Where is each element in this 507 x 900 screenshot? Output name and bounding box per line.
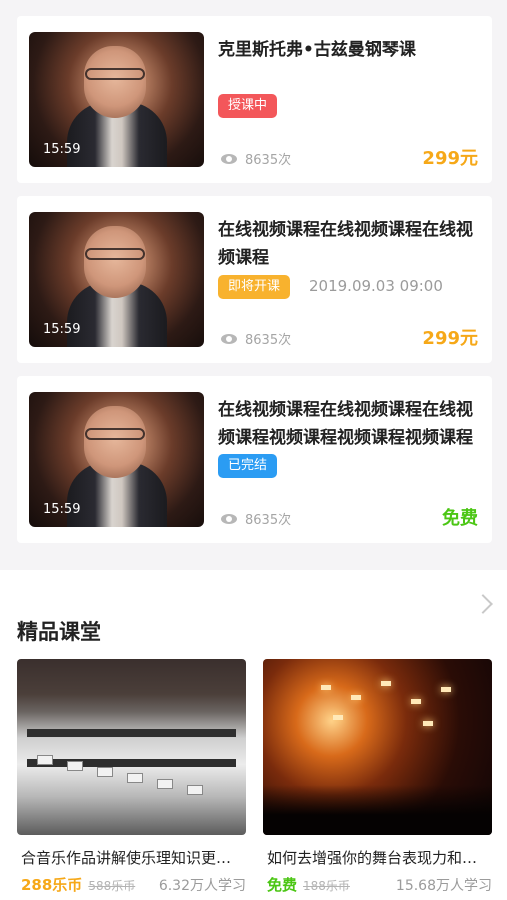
video-duration: 15:59 xyxy=(43,502,81,517)
status-badge: 即将开课 xyxy=(218,275,291,299)
course-card[interactable]: 15:59 克里斯托弗•古兹曼钢琴课 授课中 8635次 299元 xyxy=(17,16,492,183)
eye-icon xyxy=(221,513,237,524)
original-price: 588乐币 xyxy=(88,879,136,893)
thumbnail-glasses xyxy=(85,428,145,440)
mixer-fader xyxy=(37,755,53,765)
stage-image[interactable] xyxy=(263,659,492,835)
course-price: 299元 xyxy=(422,148,478,169)
stage-light xyxy=(321,685,331,690)
stage-light xyxy=(441,687,451,692)
course-title[interactable]: 在线视频课程在线视频课程在线视频课程视频课程视频课程视频课程 xyxy=(218,396,480,452)
course-price: 299元 xyxy=(422,328,478,349)
featured-price: 288乐币 xyxy=(21,876,83,894)
featured-course-meta: 288乐币 588乐币 6.32万人学习 xyxy=(17,874,246,895)
eye-icon xyxy=(221,333,237,344)
mixer-image[interactable] xyxy=(17,659,246,835)
mixer-fader xyxy=(157,779,173,789)
featured-section: 精品课堂 合音乐作品讲解使乐理知识更容易理解 288乐币 588乐币 6.32万… xyxy=(0,570,507,900)
view-count-label: 8635次 xyxy=(245,513,292,528)
featured-course-meta: 免费 188乐币 15.68万人学习 xyxy=(263,874,492,895)
view-count: 8635次 xyxy=(221,149,291,168)
thumbnail-glasses xyxy=(85,68,145,80)
course-card[interactable]: 15:59 在线视频课程在线视频课程在线视频课程视频课程视频课程视频课程 已完结… xyxy=(17,376,492,543)
stage-light xyxy=(381,681,391,686)
mixer-fader xyxy=(187,785,203,795)
thumbnail-face xyxy=(84,226,146,298)
student-count: 15.68万人学习 xyxy=(395,878,492,894)
featured-price: 免费 xyxy=(267,876,298,894)
stage-light xyxy=(411,699,421,704)
course-title[interactable]: 在线视频课程在线视频课程在线视频课程 xyxy=(218,216,480,272)
featured-course-title[interactable]: 如何去增强你的舞台表现力和感染力 xyxy=(263,847,492,868)
stage-light xyxy=(333,715,343,720)
view-count: 8635次 xyxy=(221,329,291,348)
chevron-right-icon[interactable] xyxy=(473,594,493,614)
status-badge: 授课中 xyxy=(218,94,278,118)
original-price: 188乐币 xyxy=(303,879,350,893)
mixer-fader xyxy=(67,761,83,771)
course-thumbnail[interactable]: 15:59 xyxy=(29,392,204,527)
student-count: 6.32万人学习 xyxy=(158,878,246,894)
thumbnail-face xyxy=(84,46,146,118)
video-duration: 15:59 xyxy=(43,142,81,157)
eye-icon xyxy=(221,153,237,164)
course-title[interactable]: 克里斯托弗•古兹曼钢琴课 xyxy=(218,36,480,64)
video-duration: 15:59 xyxy=(43,322,81,337)
view-count-label: 8635次 xyxy=(245,333,292,348)
course-card[interactable]: 15:59 在线视频课程在线视频课程在线视频课程 即将开课 2019.09.03… xyxy=(17,196,492,363)
stage-light xyxy=(351,695,361,700)
course-thumbnail[interactable]: 15:59 xyxy=(29,212,204,347)
thumbnail-glasses xyxy=(85,248,145,260)
section-title: 精品课堂 xyxy=(17,620,101,644)
view-count: 8635次 xyxy=(221,509,291,528)
crowd-silhouette xyxy=(263,785,492,835)
featured-course-card[interactable]: 合音乐作品讲解使乐理知识更容易理解 288乐币 588乐币 6.32万人学习 xyxy=(17,659,246,895)
schedule-time: 2019.09.03 09:00 xyxy=(309,277,443,295)
status-badge: 已完结 xyxy=(218,454,278,478)
view-count-label: 8635次 xyxy=(245,153,292,168)
mixer-fader xyxy=(127,773,143,783)
mixer-rail xyxy=(27,759,236,767)
mixer-rail xyxy=(27,729,236,737)
stage-light xyxy=(423,721,433,726)
thumbnail-face xyxy=(84,406,146,478)
mixer-fader xyxy=(97,767,113,777)
course-thumbnail[interactable]: 15:59 xyxy=(29,32,204,167)
featured-course-title[interactable]: 合音乐作品讲解使乐理知识更容易理解 xyxy=(17,847,246,868)
course-price: 免费 xyxy=(442,508,478,529)
featured-course-card[interactable]: 如何去增强你的舞台表现力和感染力 免费 188乐币 15.68万人学习 xyxy=(263,659,492,895)
